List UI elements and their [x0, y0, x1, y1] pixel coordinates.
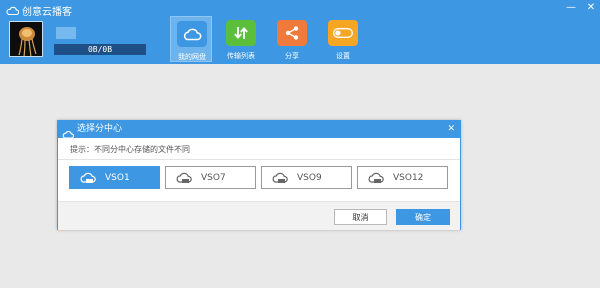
- top-bar: 创意云播客 — ✕ 0B/0B 我的网盘 传输列表 分享 设置: [0, 0, 600, 64]
- app-title-text: 创意云播客: [22, 6, 72, 18]
- username-placeholder: [56, 27, 76, 39]
- center-option-label: VSO1: [105, 173, 130, 183]
- nav-label: 我的网盘: [178, 53, 206, 61]
- nav-label: 分享: [285, 52, 299, 60]
- settings-toggle-icon: [328, 20, 358, 46]
- cloud-logo-icon: [6, 6, 19, 15]
- nav-label: 设置: [336, 52, 350, 60]
- select-center-dialog: 选择分中心 ✕ 提示：不同分中心存储的文件不同 VSO1 VSO7 VSO9 V…: [57, 120, 461, 230]
- center-option-vso1[interactable]: VSO1: [69, 166, 160, 189]
- window-controls: — ✕: [566, 2, 596, 14]
- center-option-vso9[interactable]: VSO9: [261, 166, 352, 189]
- cloud-server-icon: [367, 172, 385, 187]
- cloud-server-icon: [175, 172, 193, 187]
- nav-label: 传输列表: [227, 52, 255, 60]
- center-option-label: VSO12: [393, 173, 424, 183]
- avatar[interactable]: [9, 21, 43, 57]
- dialog-footer: 取消 确定: [58, 201, 460, 230]
- cloud-icon: [62, 124, 75, 143]
- dialog-title: 选择分中心: [77, 124, 123, 134]
- center-option-vso12[interactable]: VSO12: [357, 166, 448, 189]
- dialog-title-bar: 选择分中心 ✕: [58, 121, 460, 139]
- center-option-label: VSO9: [297, 173, 322, 183]
- storage-quota-bar: 0B/0B: [54, 44, 146, 55]
- app-title: 创意云播客: [6, 3, 72, 18]
- nav-my-drive[interactable]: 我的网盘: [170, 16, 212, 62]
- nav-settings[interactable]: 设置: [322, 16, 364, 62]
- nav-share[interactable]: 分享: [271, 16, 313, 62]
- dialog-hint: 提示：不同分中心存储的文件不同: [70, 145, 190, 154]
- transfer-icon: [226, 20, 256, 46]
- close-window-button[interactable]: ✕: [586, 2, 596, 14]
- center-option-vso7[interactable]: VSO7: [165, 166, 256, 189]
- cloud-server-icon: [271, 172, 289, 187]
- cancel-button[interactable]: 取消: [334, 209, 387, 225]
- dialog-close-button[interactable]: ✕: [447, 123, 455, 136]
- center-option-label: VSO7: [201, 173, 226, 183]
- divider: [58, 159, 460, 160]
- confirm-button[interactable]: 确定: [396, 209, 450, 225]
- minimize-button[interactable]: —: [566, 2, 576, 14]
- share-icon: [277, 20, 307, 46]
- nav-transfer-list[interactable]: 传输列表: [220, 16, 262, 62]
- cloud-server-icon: [79, 172, 97, 187]
- cloud-icon: [177, 21, 207, 47]
